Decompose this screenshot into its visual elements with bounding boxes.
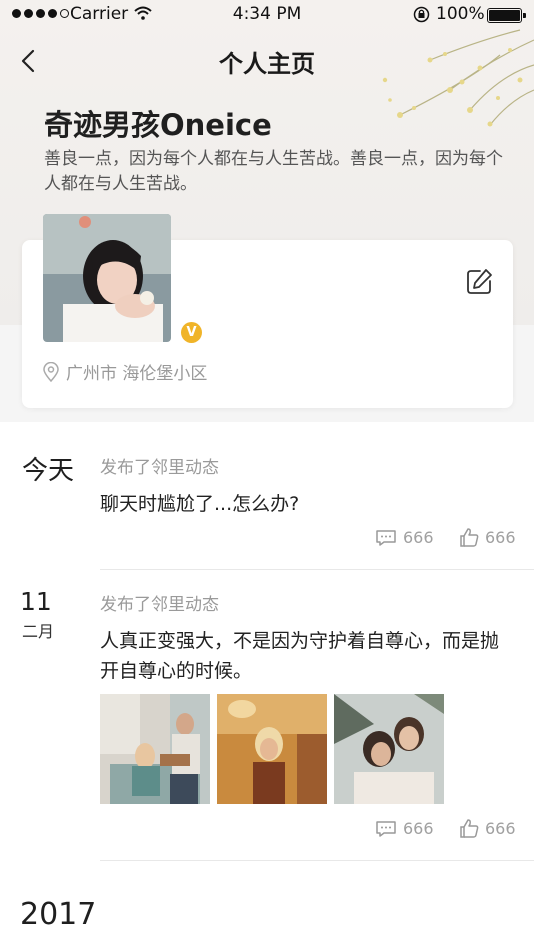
- divider: [100, 860, 534, 861]
- post-photo[interactable]: [217, 694, 327, 804]
- battery-percent: 100%: [436, 4, 485, 24]
- edit-icon[interactable]: [464, 267, 494, 297]
- battery-icon: [487, 8, 526, 23]
- divider: [100, 569, 534, 570]
- post-photo[interactable]: [334, 694, 444, 804]
- feed-date-month: 二月: [22, 622, 55, 641]
- like-stat[interactable]: 666: [459, 819, 516, 838]
- location-pin-icon: [43, 361, 59, 382]
- comment-icon: [376, 820, 396, 837]
- comment-icon: [376, 529, 396, 546]
- avatar[interactable]: [43, 214, 171, 342]
- feed-date-today: 今天: [22, 456, 75, 486]
- profile-bio: 善良一点，因为每个人都在与人生苦战。善良一点，因为每个人都在与人生苦战。: [44, 149, 503, 194]
- location-text: 广州市 海伦堡小区: [66, 364, 208, 384]
- feed-post-text[interactable]: 聊天时尴尬了...怎么办?: [100, 489, 510, 519]
- comment-stat[interactable]: 666: [375, 528, 434, 547]
- like-stat[interactable]: 666: [459, 528, 516, 547]
- like-count: 666: [485, 819, 516, 838]
- nav-bar: 个人主页: [0, 40, 534, 84]
- thumbs-up-icon: [460, 819, 479, 838]
- verified-badge: V: [181, 322, 202, 343]
- lock-rotation-icon: [413, 6, 430, 23]
- page-title: 个人主页: [219, 50, 315, 78]
- thumbs-up-icon: [460, 528, 479, 547]
- status-bar: Carrier 4:34 PM 100%: [0, 0, 534, 30]
- comment-count: 666: [403, 819, 434, 838]
- year-label: 2017: [20, 897, 97, 932]
- comment-count: 666: [403, 528, 434, 547]
- feed-action: 发布了邻里动态: [100, 595, 219, 615]
- profile-name: 奇迹男孩Oneice: [44, 108, 272, 142]
- post-photo[interactable]: [100, 694, 210, 804]
- feed-date-day: 11: [20, 587, 52, 616]
- feed-action: 发布了邻里动态: [100, 458, 219, 478]
- comment-stat[interactable]: 666: [375, 819, 434, 838]
- like-count: 666: [485, 528, 516, 547]
- feed-post-text[interactable]: 人真正变强大，不是因为守护着自尊心，而是抛开自尊心的时候。: [100, 626, 510, 686]
- location: 广州市 海伦堡小区: [42, 359, 207, 384]
